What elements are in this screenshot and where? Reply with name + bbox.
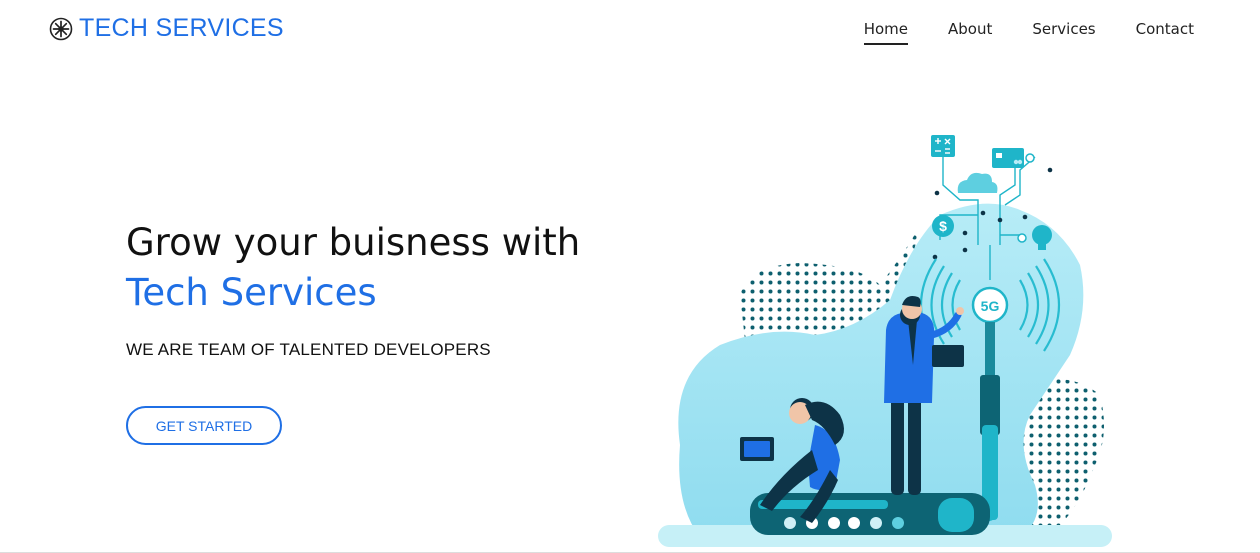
nav-item-about: About [948, 20, 992, 45]
nav-link-services[interactable]: Services [1032, 20, 1095, 43]
hero-tagline: WE ARE TEAM OF TALENTED DEVELOPERS [126, 340, 491, 359]
navbar: TECH SERVICES Home About Services Contac… [0, 0, 1260, 60]
calculator-icon [931, 135, 955, 157]
cloud-icon [957, 172, 998, 193]
main-nav: Home About Services Contact [863, 20, 1194, 45]
nav-link-contact[interactable]: Contact [1136, 20, 1194, 43]
nav-item-home: Home [863, 20, 909, 45]
get-started-button[interactable]: GET STARTED [126, 406, 282, 445]
background-blob [678, 203, 1084, 538]
brand-logo-link[interactable]: TECH SERVICES [49, 14, 284, 43]
router-device [750, 493, 990, 535]
hero-headline-accent: Tech Services [126, 271, 377, 314]
hero-headline-main: Grow your buisness with [126, 221, 581, 264]
asterisk-circle-icon [49, 17, 73, 40]
dollar-icon: $ [932, 215, 954, 237]
brand-name: TECH SERVICES [79, 14, 284, 42]
5g-label: 5G [981, 298, 1000, 314]
hero-text: Grow your buisness with Tech Services WE… [126, 218, 580, 360]
dollar-symbol: $ [939, 218, 947, 234]
card-link-dot [1025, 153, 1035, 163]
nav-item-services: Services [1032, 20, 1095, 45]
bulb-link-dot [1017, 233, 1027, 243]
card-icon [992, 148, 1024, 168]
hero-illustration: $ 5G [658, 135, 1112, 547]
nav-item-contact: Contact [1136, 20, 1194, 45]
nav-link-about[interactable]: About [948, 20, 992, 43]
nav-link-home[interactable]: Home [863, 20, 909, 45]
hero-headline: Grow your buisness with Tech Services [126, 218, 580, 318]
